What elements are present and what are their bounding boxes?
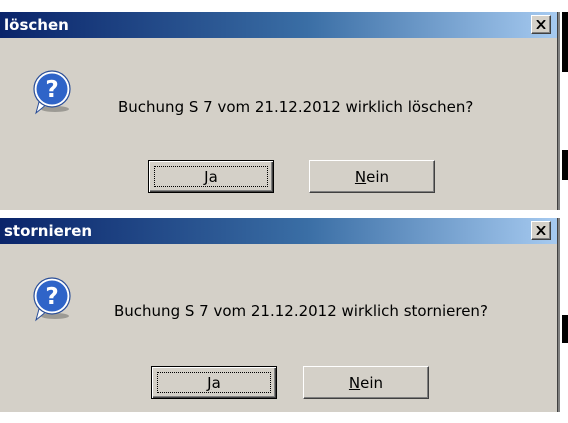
yes-button[interactable]: Ja: [151, 366, 277, 399]
yes-button[interactable]: Ja: [148, 160, 274, 193]
confirm-message: Buchung S 7 vom 21.12.2012 wirklich lösc…: [118, 98, 474, 116]
background-window-edge: [562, 150, 568, 180]
dialog-border: [557, 218, 560, 412]
close-icon: [536, 20, 546, 29]
question-icon: ?: [33, 70, 71, 115]
no-button[interactable]: Nein: [309, 160, 435, 193]
close-button[interactable]: [531, 15, 551, 34]
dialog-border: [557, 12, 560, 210]
svg-text:?: ?: [45, 77, 58, 103]
question-icon: ?: [33, 277, 71, 322]
background-window-edge: [562, 12, 568, 72]
close-button[interactable]: [531, 221, 551, 240]
delete-dialog: löschen ? Buchung S 7 vom 21.12.2012 wir…: [0, 12, 560, 210]
confirm-message: Buchung S 7 vom 21.12.2012 wirklich stor…: [114, 302, 488, 320]
yes-button-label: Ja: [207, 373, 221, 392]
cancel-dialog: stornieren ? Buchung S 7 vom 21.12.2012 …: [0, 218, 560, 412]
title-bar[interactable]: löschen: [0, 12, 557, 38]
close-icon: [536, 226, 546, 235]
svg-text:?: ?: [45, 284, 58, 310]
dialog-title: stornieren: [4, 222, 93, 240]
no-button-label: Nein: [354, 167, 390, 186]
no-button-label: Nein: [348, 373, 384, 392]
yes-button-label: Ja: [204, 167, 218, 186]
background-window-edge: [562, 315, 568, 343]
title-bar[interactable]: stornieren: [0, 218, 557, 244]
dialog-title: löschen: [4, 16, 69, 34]
no-button[interactable]: Nein: [303, 366, 429, 399]
